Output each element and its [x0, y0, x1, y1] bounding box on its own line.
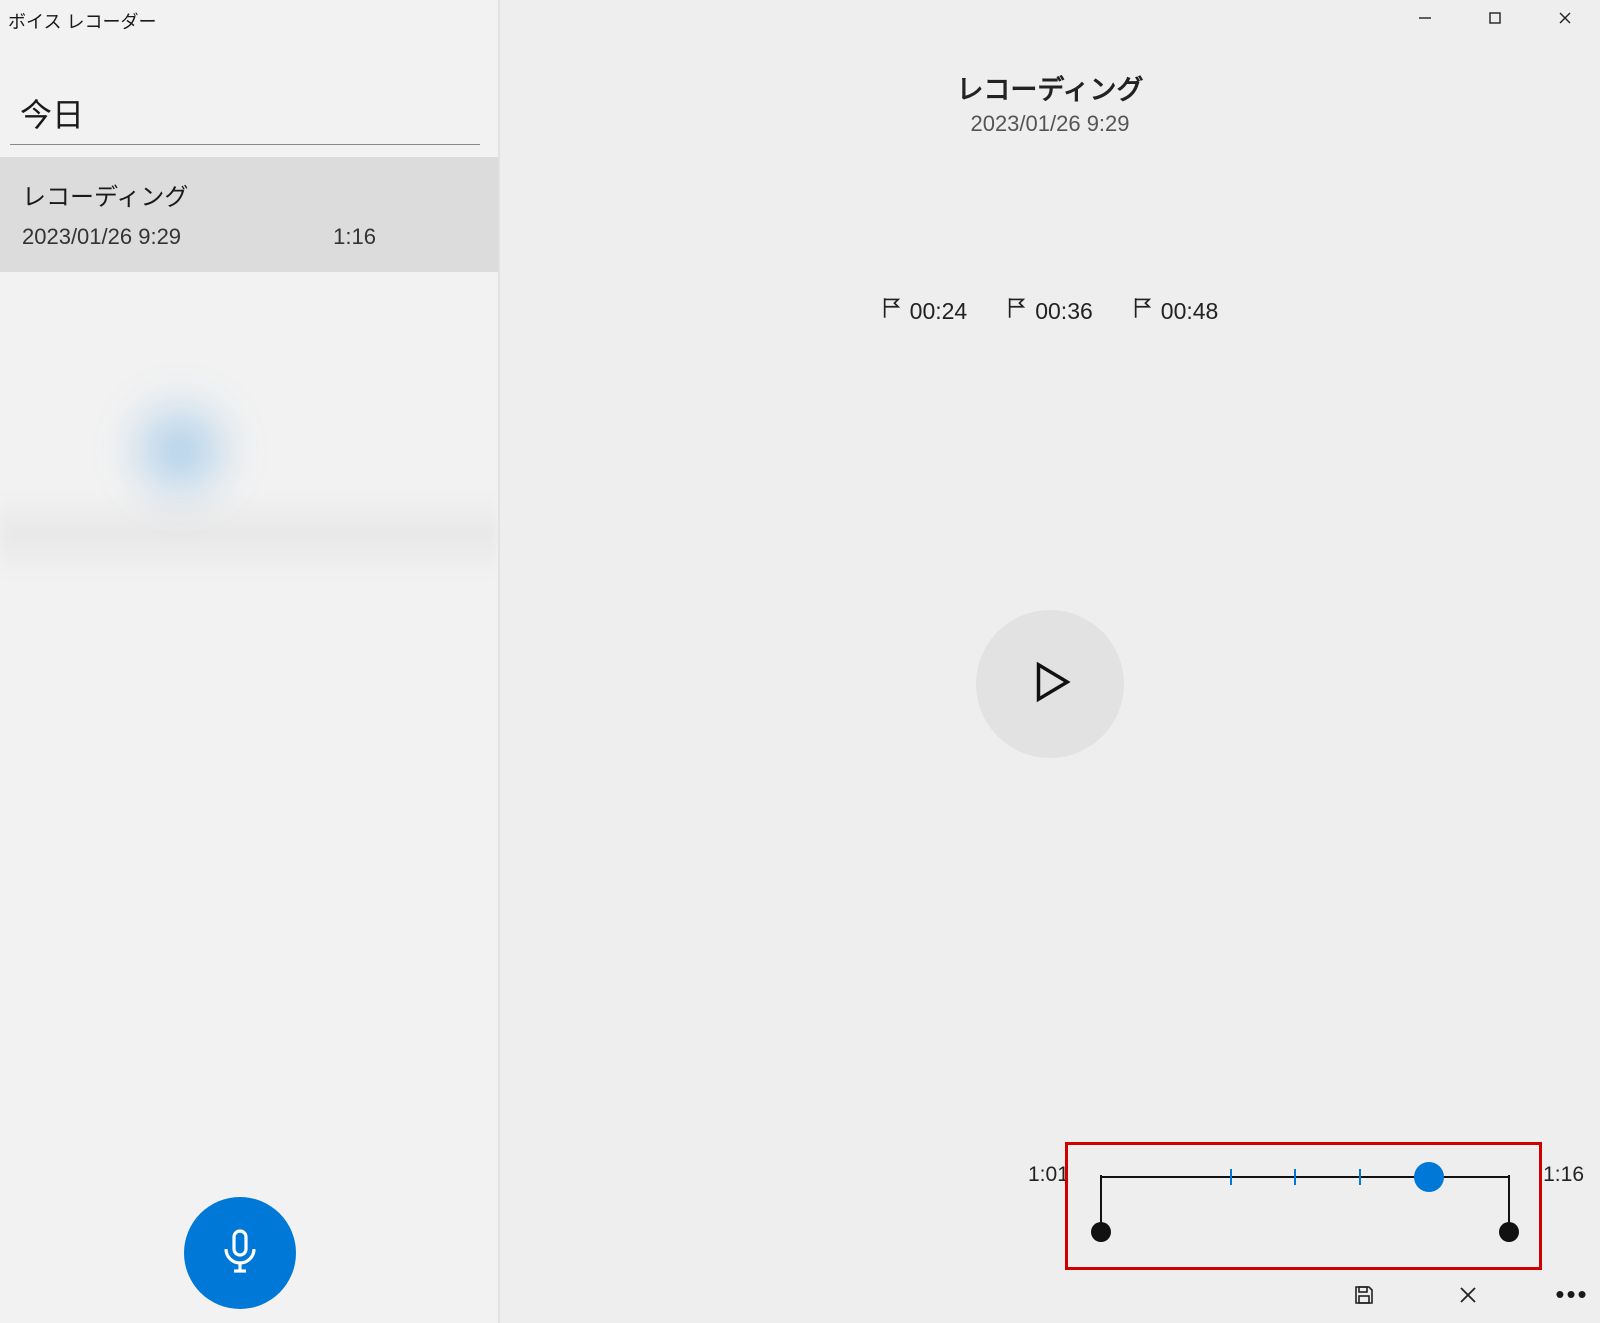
- sidebar-section-today: 今日: [10, 40, 480, 145]
- marker-time: 00:48: [1161, 298, 1219, 325]
- more-button[interactable]: •••: [1554, 1279, 1590, 1315]
- play-button[interactable]: [976, 610, 1124, 758]
- play-icon: [1027, 659, 1073, 710]
- playhead-handle[interactable]: [1414, 1162, 1444, 1192]
- cancel-button[interactable]: [1450, 1279, 1486, 1315]
- maximize-icon: [1487, 10, 1503, 31]
- trim-highlight-box: [1065, 1142, 1542, 1270]
- recording-item-datetime: 2023/01/26 9:29: [22, 224, 181, 250]
- record-button[interactable]: [184, 1197, 296, 1309]
- save-button[interactable]: [1346, 1279, 1382, 1315]
- marker-3[interactable]: 00:48: [1133, 297, 1219, 325]
- maximize-button[interactable]: [1460, 0, 1530, 40]
- more-icon: •••: [1555, 1289, 1588, 1305]
- flag-icon: [1007, 297, 1027, 325]
- save-icon: [1352, 1283, 1376, 1312]
- microphone-icon: [216, 1227, 264, 1280]
- recording-item-duration: 1:16: [333, 224, 476, 250]
- minimize-icon: [1417, 10, 1433, 31]
- marker-tick: [1294, 1169, 1296, 1185]
- close-icon: [1557, 10, 1573, 31]
- decorative-band: [0, 490, 498, 580]
- close-button[interactable]: [1530, 0, 1600, 40]
- trim-slider-track[interactable]: [1100, 1176, 1510, 1178]
- sidebar: ボイス レコーダー 今日 レコーディング 2023/01/26 9:29 1:1…: [0, 0, 498, 1323]
- minimize-button[interactable]: [1390, 0, 1460, 40]
- marker-time: 00:24: [910, 298, 968, 325]
- close-icon: [1456, 1283, 1480, 1312]
- decorative-blur: [120, 390, 240, 510]
- marker-tick: [1230, 1169, 1232, 1185]
- app-title: ボイス レコーダー: [0, 0, 498, 40]
- main-pane: レコーディング 2023/01/26 9:29 00:24 00:36 00:4…: [498, 0, 1600, 1323]
- flag-icon: [882, 297, 902, 325]
- recording-item-title: レコーディング: [22, 177, 476, 212]
- trim-end-handle[interactable]: [1499, 1222, 1519, 1242]
- app-root: ボイス レコーダー 今日 レコーディング 2023/01/26 9:29 1:1…: [0, 0, 1600, 1323]
- detail-datetime: 2023/01/26 9:29: [500, 107, 1600, 137]
- markers-row: 00:24 00:36 00:48: [500, 297, 1600, 325]
- marker-1[interactable]: 00:24: [882, 297, 968, 325]
- window-controls: [1390, 0, 1600, 40]
- trim-end-time: 1:16: [1543, 1163, 1584, 1187]
- recording-list-item[interactable]: レコーディング 2023/01/26 9:29 1:16: [0, 157, 498, 272]
- bottom-toolbar: •••: [1346, 1279, 1590, 1315]
- flag-icon: [1133, 297, 1153, 325]
- trim-start-handle[interactable]: [1091, 1222, 1111, 1242]
- recording-item-meta: 2023/01/26 9:29 1:16: [22, 224, 476, 250]
- marker-tick: [1359, 1169, 1361, 1185]
- marker-2[interactable]: 00:36: [1007, 297, 1093, 325]
- marker-time: 00:36: [1035, 298, 1093, 325]
- trim-start-time: 1:01: [1028, 1163, 1069, 1187]
